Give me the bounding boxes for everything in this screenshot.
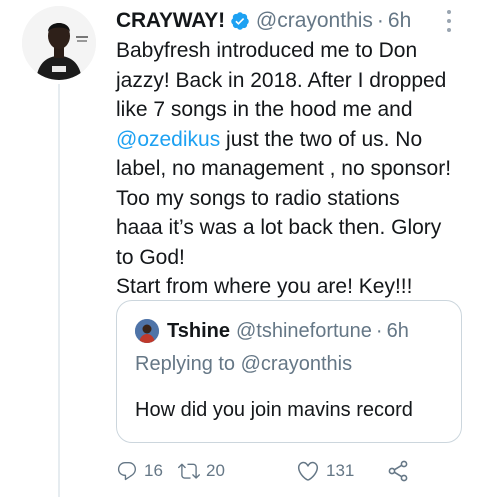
display-name[interactable]: CRAYWAY! (116, 9, 225, 33)
quoted-header: Tshine @tshinefortune · 6h (167, 317, 409, 345)
like-button[interactable]: 131 (296, 456, 354, 486)
retweet-button[interactable]: 20 (178, 456, 225, 486)
more-icon[interactable] (442, 8, 456, 34)
quoted-tweet[interactable]: Tshine @tshinefortune · 6h Replying to @… (116, 300, 462, 443)
mention-link[interactable]: @ozedikus (116, 128, 220, 151)
like-icon (296, 459, 326, 483)
timestamp[interactable]: 6h (388, 9, 411, 33)
reply-button[interactable]: 16 (116, 456, 163, 486)
tweet-text-line: jazzy! Back in 2018. After I dropped (116, 68, 447, 92)
tweet-text-line: to God! (116, 245, 185, 269)
tweet-text-line: Too my songs to radio stations (116, 186, 400, 210)
verified-badge-icon (230, 11, 250, 31)
reply-icon (116, 460, 144, 482)
retweet-icon (178, 460, 206, 482)
tweet-text-line: haaa it’s was a lot back then. Glory (116, 216, 442, 239)
tweet-text-line: like 7 songs in the hood me and (116, 98, 413, 121)
quoted-timestamp[interactable]: 6h (387, 320, 409, 343)
tweet-text-line: label, no management , no sponsor! (116, 157, 452, 180)
quoted-replying-to: Replying to @crayonthis (135, 353, 353, 375)
tweet-text: Babyfresh introduced me to Don jazzy! Ba… (116, 36, 462, 302)
thread-line (58, 84, 60, 497)
quoted-text: How did you join mavins record (135, 399, 413, 421)
quoted-handle[interactable]: @tshinefortune (236, 320, 372, 343)
action-bar: 16 20 131 (116, 456, 462, 486)
share-icon (386, 459, 416, 483)
tweet-text-line: Babyfresh introduced me to Don (116, 39, 418, 62)
handle[interactable]: @crayonthis (256, 9, 373, 33)
like-count: 131 (326, 461, 355, 480)
avatar[interactable] (22, 6, 96, 80)
share-button[interactable] (386, 456, 416, 486)
tweet-text-fragment: just the two of us. No (220, 127, 423, 151)
tweet[interactable]: CRAYWAY! @crayonthis · 6h Babyfresh intr… (0, 0, 480, 497)
quoted-display-name[interactable]: Tshine (167, 320, 230, 343)
reply-count: 16 (144, 461, 163, 480)
quoted-separator: · (375, 319, 383, 342)
tweet-text-line: Start from where you are! Key!!! (116, 275, 413, 298)
quoted-avatar[interactable] (135, 319, 159, 343)
tweet-text-line: @ozedikus just the two of us. No (116, 125, 462, 155)
separator: · (376, 9, 384, 32)
tweet-header: CRAYWAY! @crayonthis · 6h (116, 6, 411, 36)
retweet-count: 20 (206, 461, 225, 480)
